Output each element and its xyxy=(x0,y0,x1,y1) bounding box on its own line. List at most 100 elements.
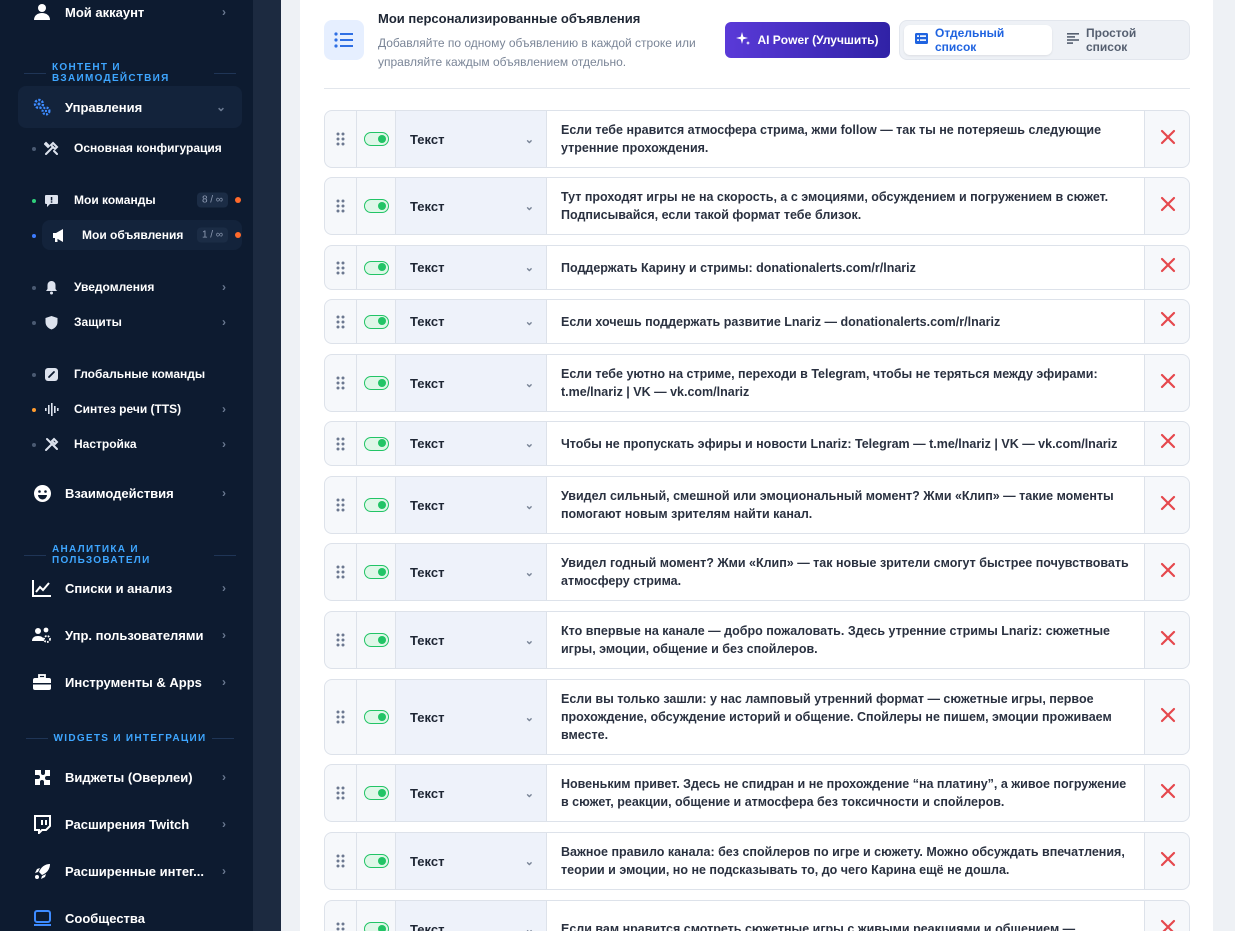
type-select[interactable]: Текст ⌄ xyxy=(396,246,546,289)
drag-handle-icon[interactable] xyxy=(325,765,357,821)
delete-button[interactable] xyxy=(1145,680,1189,754)
sidebar-item-tools[interactable]: Инструменты & Apps › xyxy=(18,661,242,703)
enable-toggle[interactable] xyxy=(357,612,396,668)
delete-button[interactable] xyxy=(1145,111,1189,167)
announcement-text[interactable]: Чтобы не пропускать эфиры и новости Lnar… xyxy=(546,422,1145,465)
delete-button[interactable] xyxy=(1145,246,1189,289)
enable-toggle[interactable] xyxy=(357,300,396,343)
enable-toggle[interactable] xyxy=(357,901,396,931)
toggle-switch[interactable] xyxy=(363,922,389,931)
sidebar-item-manage[interactable]: Управления ⌄ xyxy=(18,86,242,128)
toggle-switch[interactable] xyxy=(363,132,389,146)
sidebar-item-main-config[interactable]: Основная конфигурация xyxy=(18,133,242,163)
sidebar-item-my-commands[interactable]: Мои команды 8 / ∞ xyxy=(18,185,242,215)
type-select[interactable]: Текст ⌄ xyxy=(396,355,546,411)
type-select[interactable]: Текст ⌄ xyxy=(396,300,546,343)
announcement-text[interactable]: Если тебе уютно на стриме, переходи в Te… xyxy=(546,355,1145,411)
delete-button[interactable] xyxy=(1145,765,1189,821)
sidebar-item-account[interactable]: Мой аккаунт › xyxy=(18,0,242,33)
sidebar-item-twitch-ext[interactable]: Расширения Twitch › xyxy=(18,803,242,845)
sidebar-item-my-announcements[interactable]: Мои объявления 1 / ∞ xyxy=(42,220,242,250)
sidebar-item-global-commands[interactable]: Глобальные команды xyxy=(18,359,242,389)
announcement-text[interactable]: Увидел годный момент? Жми «Клип» — так н… xyxy=(546,544,1145,600)
drag-handle-icon[interactable] xyxy=(325,477,357,533)
type-select[interactable]: Текст ⌄ xyxy=(396,178,546,234)
sidebar-item-settings[interactable]: Настройка › xyxy=(18,429,242,459)
delete-button[interactable] xyxy=(1145,901,1189,931)
announcement-text[interactable]: Новеньким привет. Здесь не спидран и не … xyxy=(546,765,1145,821)
drag-handle-icon[interactable] xyxy=(325,680,357,754)
type-select[interactable]: Текст ⌄ xyxy=(396,477,546,533)
enable-toggle[interactable] xyxy=(357,178,396,234)
drag-handle-icon[interactable] xyxy=(325,178,357,234)
sidebar-item-widgets[interactable]: Виджеты (Оверлеи) › xyxy=(18,756,242,798)
sidebar-item-users[interactable]: Упр. пользователями › xyxy=(18,614,242,656)
announcement-text[interactable]: Если хочешь поддержать развитие Lnariz —… xyxy=(546,300,1145,343)
delete-button[interactable] xyxy=(1145,300,1189,343)
toggle-switch[interactable] xyxy=(363,199,389,213)
drag-handle-icon[interactable] xyxy=(325,544,357,600)
drag-handle-icon[interactable] xyxy=(325,833,357,889)
toggle-switch[interactable] xyxy=(363,260,389,275)
type-select[interactable]: Текст ⌄ xyxy=(396,765,546,821)
toggle-switch[interactable] xyxy=(363,854,389,868)
toggle-switch[interactable] xyxy=(363,314,389,329)
announcement-text[interactable]: Тут проходят игры не на скорость, а с эм… xyxy=(546,178,1145,234)
announcement-text[interactable]: Поддержать Карину и стримы: donationaler… xyxy=(546,246,1145,289)
view-separate-button[interactable]: Отдельный список xyxy=(904,25,1052,55)
sidebar-item-advanced[interactable]: Расширенные интег... › xyxy=(18,850,242,892)
announcement-text[interactable]: Важное правило канала: без спойлеров по … xyxy=(546,833,1145,889)
type-select[interactable]: Текст ⌄ xyxy=(396,833,546,889)
enable-toggle[interactable] xyxy=(357,246,396,289)
announcement-text[interactable]: Кто впервые на канале — добро пожаловать… xyxy=(546,612,1145,668)
toggle-switch[interactable] xyxy=(363,436,389,451)
delete-button[interactable] xyxy=(1145,612,1189,668)
announcement-text[interactable]: Если тебе нравится атмосфера стрима, жми… xyxy=(546,111,1145,167)
type-select[interactable]: Текст ⌄ xyxy=(396,544,546,600)
type-select[interactable]: Текст ⌄ xyxy=(396,901,546,931)
enable-toggle[interactable] xyxy=(357,765,396,821)
drag-handle-icon[interactable] xyxy=(325,901,357,931)
enable-toggle[interactable] xyxy=(357,477,396,533)
type-select[interactable]: Текст ⌄ xyxy=(396,612,546,668)
toggle-switch[interactable] xyxy=(363,710,389,724)
view-simple-button[interactable]: Простой список xyxy=(1056,25,1189,55)
enable-toggle[interactable] xyxy=(357,111,396,167)
enable-toggle[interactable] xyxy=(357,680,396,754)
enable-toggle[interactable] xyxy=(357,833,396,889)
ai-power-button[interactable]: AI Power (Улучшить) xyxy=(725,22,890,58)
enable-toggle[interactable] xyxy=(357,544,396,600)
enable-toggle[interactable] xyxy=(357,355,396,411)
type-select[interactable]: Текст ⌄ xyxy=(396,111,546,167)
sidebar-item-lists[interactable]: Списки и анализ › xyxy=(18,567,242,609)
delete-button[interactable] xyxy=(1145,178,1189,234)
delete-button[interactable] xyxy=(1145,422,1189,465)
announcement-text[interactable]: Если вам нравится смотреть сюжетные игры… xyxy=(546,901,1145,931)
close-icon xyxy=(1160,707,1176,728)
drag-handle-icon[interactable] xyxy=(325,422,357,465)
toggle-switch[interactable] xyxy=(363,633,389,647)
sidebar-item-notifications[interactable]: Уведомления › xyxy=(18,272,242,302)
toggle-switch[interactable] xyxy=(363,786,389,800)
drag-handle-icon[interactable] xyxy=(325,300,357,343)
announcement-text[interactable]: Если вы только зашли: у нас ламповый утр… xyxy=(546,680,1145,754)
toggle-switch[interactable] xyxy=(363,565,389,579)
delete-button[interactable] xyxy=(1145,477,1189,533)
delete-button[interactable] xyxy=(1145,833,1189,889)
delete-button[interactable] xyxy=(1145,355,1189,411)
sidebar-item-tts[interactable]: Синтез речи (TTS) › xyxy=(18,394,242,424)
drag-handle-icon[interactable] xyxy=(325,612,357,668)
toggle-switch[interactable] xyxy=(363,498,389,512)
drag-handle-icon[interactable] xyxy=(325,246,357,289)
enable-toggle[interactable] xyxy=(357,422,396,465)
drag-handle-icon[interactable] xyxy=(325,111,357,167)
type-select[interactable]: Текст ⌄ xyxy=(396,680,546,754)
type-select[interactable]: Текст ⌄ xyxy=(396,422,546,465)
toggle-switch[interactable] xyxy=(363,376,389,390)
drag-handle-icon[interactable] xyxy=(325,355,357,411)
announcement-text[interactable]: Увидел сильный, смешной или эмоциональны… xyxy=(546,477,1145,533)
sidebar-item-protection[interactable]: Защиты › xyxy=(18,307,242,337)
sidebar-item-interactions[interactable]: Взаимодействия › xyxy=(18,472,242,514)
sidebar-item-communities[interactable]: Сообщества xyxy=(18,897,242,931)
delete-button[interactable] xyxy=(1145,544,1189,600)
